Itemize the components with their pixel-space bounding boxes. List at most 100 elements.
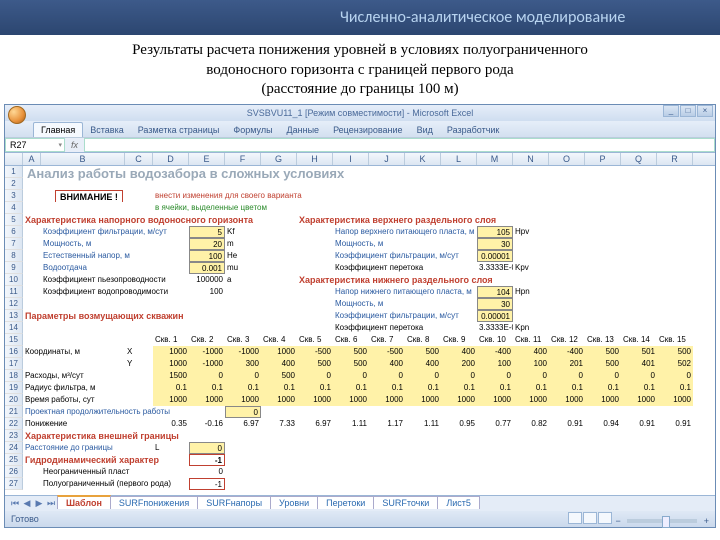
cell[interactable]: Kpn [513,322,549,334]
cell[interactable]: 0.1 [153,382,189,394]
cell[interactable]: -1 [189,454,225,466]
cell[interactable]: -1 [189,478,225,490]
cell[interactable]: 500 [585,358,621,370]
sheet-tab[interactable]: SURFпонижения [110,496,198,509]
cell[interactable]: в ячейки, выделенные цветом [153,202,333,214]
row-header[interactable]: 14 [5,322,23,334]
row-header[interactable]: 15 [5,334,23,346]
ribbon-tab[interactable]: Формулы [226,123,279,137]
cell[interactable]: 5 [189,226,225,238]
cell[interactable]: 0 [657,370,693,382]
tab-nav-next[interactable]: ▶ [33,498,45,509]
cell[interactable]: Гидродинамический характер [23,454,189,466]
cell[interactable]: 1000 [189,394,225,406]
cell[interactable]: 0 [405,370,441,382]
cell[interactable]: 400 [513,346,549,358]
cell[interactable]: Коэффициент пьезопроводности [41,274,189,286]
col-header[interactable]: P [585,153,621,165]
col-header[interactable]: E [189,153,225,165]
cell[interactable]: 6.97 [297,418,333,430]
cell[interactable]: Скв. 5 [297,334,333,346]
worksheet[interactable]: ABCDEFGHIJKLMNOPQR 123456789101112131415… [5,153,715,495]
cell[interactable]: 0 [549,370,585,382]
cell[interactable]: L [153,442,189,454]
cell[interactable]: 1000 [297,394,333,406]
cell[interactable]: Мощность, м [333,238,477,250]
cell[interactable]: Скв. 15 [657,334,693,346]
cell[interactable]: 0.95 [441,418,477,430]
cell[interactable]: -500 [297,346,333,358]
cell[interactable]: 0 [441,370,477,382]
cell[interactable]: Мощность, м [41,238,189,250]
cell[interactable]: -400 [477,346,513,358]
cell[interactable]: a [225,274,261,286]
cell[interactable]: 0 [513,370,549,382]
cell[interactable]: Скв. 9 [441,334,477,346]
cell[interactable]: 1000 [333,394,369,406]
cell[interactable]: mu [225,262,261,274]
cell[interactable]: 0.1 [441,382,477,394]
office-button[interactable] [8,106,26,124]
zoom-out[interactable]: − [615,516,620,526]
cell[interactable]: -1000 [225,346,261,358]
row-header[interactable]: 18 [5,370,23,382]
cell[interactable]: 500 [261,370,297,382]
cell[interactable]: Напор верхнего питающего пласта, м [333,226,477,238]
cell[interactable]: 0.91 [549,418,585,430]
col-header[interactable]: A [23,153,41,165]
cell[interactable]: 1500 [153,370,189,382]
cell[interactable]: Понижение [23,418,125,430]
cell[interactable]: 1000 [261,346,297,358]
cell[interactable]: 1000 [261,394,297,406]
cell[interactable]: 400 [261,358,297,370]
cell[interactable]: Расходы, м³/сут [23,370,153,382]
row-header[interactable]: 11 [5,286,23,298]
cell[interactable]: 0.77 [477,418,513,430]
cell[interactable]: 0.1 [261,382,297,394]
cell[interactable]: Расстояние до границы [23,442,153,454]
cell[interactable]: 0 [621,370,657,382]
cell[interactable]: 0.82 [513,418,549,430]
cell[interactable]: 1000 [513,394,549,406]
cell[interactable]: Водоотдача [41,262,189,274]
cell[interactable]: Коэффициент водопроводимости [41,286,189,298]
col-header[interactable]: H [297,153,333,165]
cell[interactable]: -400 [549,346,585,358]
row-header[interactable]: 27 [5,478,23,490]
cell[interactable]: 200 [441,358,477,370]
cell[interactable]: m [225,238,261,250]
close-button[interactable]: × [697,105,713,117]
cell[interactable]: Полуограниченный (первого рода) [41,478,189,490]
cell[interactable]: 1000 [477,394,513,406]
sheet-tab[interactable]: Лист5 [437,496,480,509]
cell[interactable]: Hpv [513,226,549,238]
tab-nav-first[interactable]: ⏮ [9,498,21,509]
col-header[interactable]: Q [621,153,657,165]
cell[interactable]: Скв. 4 [261,334,297,346]
row-header[interactable]: 7 [5,238,23,250]
cell[interactable]: Характеристика нижнего раздельного слоя [297,274,513,286]
cell[interactable]: 500 [585,346,621,358]
cell[interactable]: He [225,250,261,262]
cell[interactable]: Характеристика внешней границы [23,430,225,442]
cell[interactable]: 0.00001 [477,250,513,262]
minimize-button[interactable]: _ [663,105,679,117]
col-header[interactable]: J [369,153,405,165]
cell[interactable]: 105 [477,226,513,238]
col-header[interactable]: L [441,153,477,165]
cell[interactable]: 0 [585,370,621,382]
ribbon-tab[interactable]: Рецензирование [326,123,410,137]
cell[interactable]: Y [125,358,153,370]
cell[interactable]: -1000 [189,346,225,358]
ribbon-tab[interactable]: Главная [33,122,83,137]
cell[interactable]: 0 [225,406,261,418]
cell[interactable]: 1000 [549,394,585,406]
cell[interactable]: 0.1 [513,382,549,394]
cell[interactable]: 6.97 [225,418,261,430]
ribbon-tab[interactable]: Разработчик [440,123,506,137]
cell[interactable]: 1000 [153,346,189,358]
cell[interactable]: 100 [513,358,549,370]
row-header[interactable]: 19 [5,382,23,394]
col-header[interactable]: I [333,153,369,165]
cell[interactable]: 0.1 [297,382,333,394]
